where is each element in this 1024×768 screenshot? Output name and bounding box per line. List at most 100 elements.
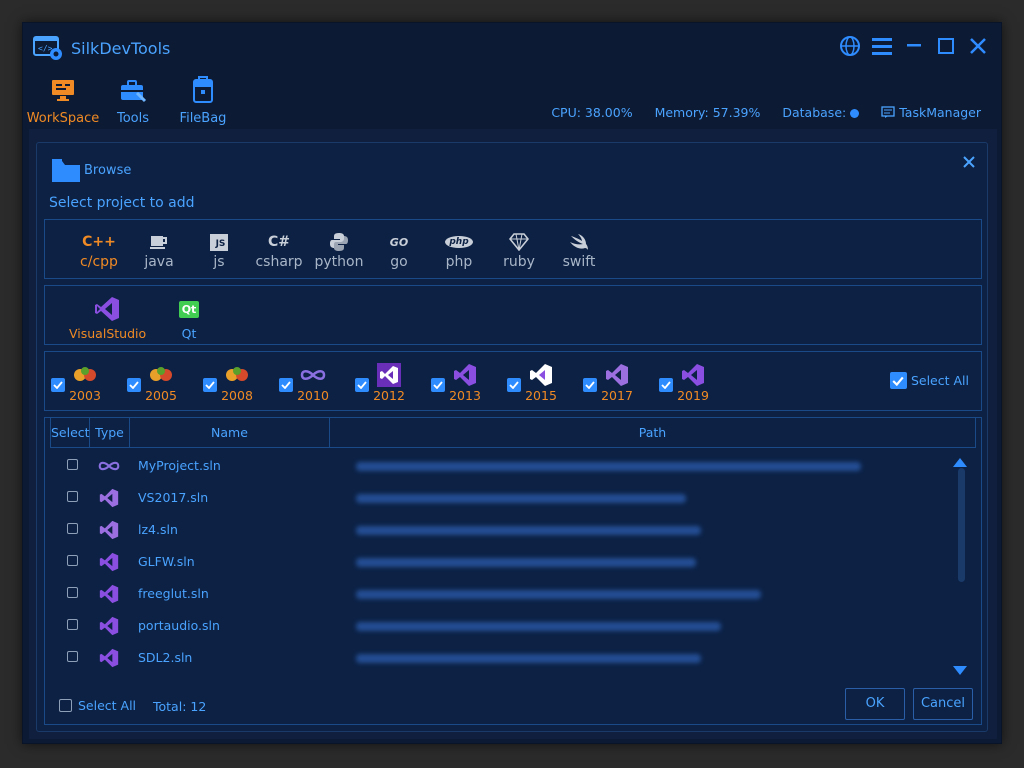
row-name: MyProject.sln xyxy=(138,458,221,473)
lang-cpp[interactable]: C++ c/cpp xyxy=(69,232,129,270)
globe-icon[interactable] xyxy=(837,33,863,59)
checkbox-2017[interactable] xyxy=(583,378,597,392)
dialog-close-icon[interactable] xyxy=(963,153,975,172)
checkbox-2013[interactable] xyxy=(431,378,445,392)
window-controls xyxy=(837,33,991,59)
close-icon[interactable] xyxy=(965,33,991,59)
row-path-redacted xyxy=(356,526,701,535)
vs2019-icon xyxy=(98,552,120,572)
menu-icon[interactable] xyxy=(869,33,895,59)
swift-icon xyxy=(549,232,609,252)
checkbox-2012[interactable] xyxy=(355,378,369,392)
row-checkbox[interactable] xyxy=(67,555,78,566)
svg-text:</>: </> xyxy=(38,44,53,53)
row-path-redacted xyxy=(356,558,696,567)
task-manager-label: TaskManager xyxy=(899,105,981,120)
minimize-icon[interactable] xyxy=(901,33,927,59)
select-all-projects-checkbox[interactable] xyxy=(59,699,72,712)
row-name: GLFW.sln xyxy=(138,554,195,569)
php-icon-text: php xyxy=(445,236,473,248)
table-row[interactable]: MyProject.sln xyxy=(50,450,940,482)
lang-js-label: js xyxy=(213,254,225,270)
database-status: Database: xyxy=(782,105,860,120)
dialog-header: Browse xyxy=(37,143,987,187)
version-2012[interactable]: 2012 xyxy=(349,358,419,406)
scrollbar-thumb[interactable] xyxy=(958,468,965,582)
qt-icon-text: Qt xyxy=(178,300,200,318)
cancel-button[interactable]: Cancel xyxy=(913,688,973,720)
lang-go-label: go xyxy=(390,254,408,270)
select-all-projects[interactable]: Select All xyxy=(59,698,136,713)
lang-java[interactable]: java xyxy=(129,232,189,270)
version-2003[interactable]: 2003 xyxy=(45,358,115,406)
js-icon-text: JS xyxy=(209,233,229,251)
lang-python[interactable]: python xyxy=(309,232,369,270)
table-row[interactable]: SDL2.sln xyxy=(50,642,940,674)
checkbox-2005[interactable] xyxy=(127,378,141,392)
vs2010-icon xyxy=(98,456,120,476)
table-row[interactable]: freeglut.sln xyxy=(50,578,940,610)
task-manager-icon xyxy=(881,106,895,118)
lang-python-label: python xyxy=(314,254,364,270)
nav-filebag[interactable]: FileBag xyxy=(165,75,241,126)
vs2003-icon xyxy=(67,362,103,388)
row-checkbox[interactable] xyxy=(67,459,78,470)
ide-visualstudio[interactable]: VisualStudio xyxy=(69,296,147,341)
checkbox-2010[interactable] xyxy=(279,378,293,392)
row-checkbox[interactable] xyxy=(67,523,78,534)
version-2013[interactable]: 2013 xyxy=(425,358,495,406)
select-all-versions[interactable]: Select All xyxy=(889,372,969,389)
lang-java-label: java xyxy=(144,254,174,270)
ide-panel: VisualStudio Qt Qt xyxy=(44,285,982,345)
lang-swift[interactable]: swift xyxy=(549,232,609,270)
select-all-versions-checkbox[interactable] xyxy=(889,372,907,389)
coffee-icon xyxy=(129,232,189,252)
version-2017-label: 2017 xyxy=(601,388,633,403)
lang-php[interactable]: php php xyxy=(429,232,489,270)
vs2019-icon xyxy=(675,362,711,388)
table-row[interactable]: portaudio.sln xyxy=(50,610,940,642)
version-2008[interactable]: 2008 xyxy=(197,358,267,406)
table-row[interactable]: GLFW.sln xyxy=(50,546,940,578)
ide-visualstudio-label: VisualStudio xyxy=(69,326,147,341)
lang-js[interactable]: JS js xyxy=(189,232,249,270)
scroll-down-arrow-icon[interactable] xyxy=(953,660,967,679)
nav-tools[interactable]: Tools xyxy=(95,75,171,126)
checkbox-2015[interactable] xyxy=(507,378,521,392)
maximize-icon[interactable] xyxy=(933,33,959,59)
table-row[interactable]: VS2017.sln xyxy=(50,482,940,514)
version-2015[interactable]: 2015 xyxy=(501,358,571,406)
version-2005[interactable]: 2005 xyxy=(121,358,191,406)
checkbox-2003[interactable] xyxy=(51,378,65,392)
qt-icon: Qt xyxy=(169,296,209,322)
lang-go[interactable]: GO go xyxy=(369,232,429,271)
dialog-title: Browse xyxy=(84,163,132,178)
table-row[interactable]: lz4.sln xyxy=(50,514,940,546)
lang-ruby[interactable]: ruby xyxy=(489,232,549,270)
row-checkbox[interactable] xyxy=(67,651,78,662)
vs2017-icon xyxy=(98,488,120,508)
vs2019-icon xyxy=(98,616,120,636)
project-table: Select Type Name Path MyProject.sln VS20… xyxy=(44,417,982,725)
version-2005-label: 2005 xyxy=(145,388,177,403)
checkbox-2008[interactable] xyxy=(203,378,217,392)
version-2017[interactable]: 2017 xyxy=(577,358,647,406)
row-path-redacted xyxy=(356,462,861,471)
row-checkbox[interactable] xyxy=(67,491,78,502)
nav-tools-label: Tools xyxy=(116,111,150,126)
row-name: lz4.sln xyxy=(138,522,178,537)
row-checkbox[interactable] xyxy=(67,619,78,630)
bag-icon xyxy=(165,75,241,105)
row-checkbox[interactable] xyxy=(67,587,78,598)
version-2019[interactable]: 2019 xyxy=(653,358,723,406)
version-2010-label: 2010 xyxy=(297,388,329,403)
lang-swift-label: swift xyxy=(562,254,596,270)
vs2017-icon xyxy=(599,362,635,388)
ok-button[interactable]: OK xyxy=(845,688,905,720)
checkbox-2019[interactable] xyxy=(659,378,673,392)
lang-csharp[interactable]: C# csharp xyxy=(249,232,309,270)
nav-workspace[interactable]: WorkSpace xyxy=(25,75,101,126)
ide-qt[interactable]: Qt Qt xyxy=(169,296,209,341)
version-2010[interactable]: 2010 xyxy=(273,358,343,406)
task-manager-link[interactable]: TaskManager xyxy=(881,105,981,120)
